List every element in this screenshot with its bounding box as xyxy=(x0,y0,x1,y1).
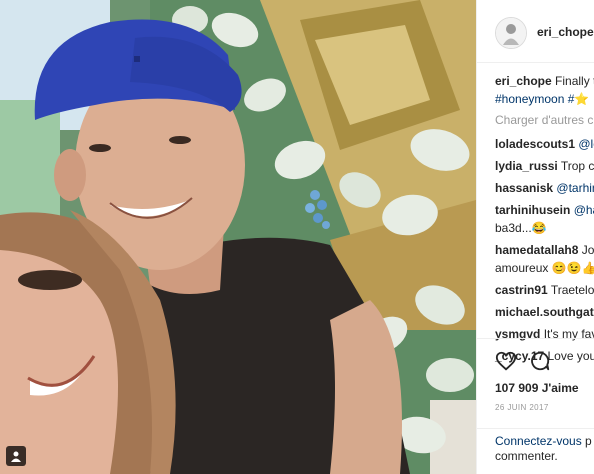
comment-bubble-icon[interactable] xyxy=(529,350,551,372)
comment-username[interactable]: hassanisk xyxy=(495,181,553,195)
caption-tags-line: #honeymoon #⭐ xyxy=(495,90,594,108)
caption: eri_chope Finally t xyxy=(495,72,594,90)
comment-row: lydia_russi Trop cl xyxy=(495,157,594,175)
caption-text: Finally t xyxy=(551,74,594,88)
login-link[interactable]: Connectez-vous xyxy=(495,434,582,448)
login-line2: commenter. xyxy=(495,449,558,463)
post-username[interactable]: eri_chope xyxy=(537,25,594,39)
comment-row: hassanisk @tarhin xyxy=(495,179,594,197)
post-actions: 107 909 J'aime 26 JUIN 2017 xyxy=(477,338,594,429)
likes-count[interactable]: 107 909 J'aime xyxy=(495,381,579,395)
post-side-panel: eri_chope eri_chope Finally t #honeymoon… xyxy=(477,0,594,474)
comment-mention[interactable]: @ha xyxy=(574,203,594,217)
login-rest: p xyxy=(581,434,592,448)
comment-username[interactable]: hamedatallah8 xyxy=(495,243,578,257)
post-photo[interactable] xyxy=(0,0,476,474)
comment-row: loladescouts1 @le xyxy=(495,135,594,153)
comment-mention[interactable]: @tarhin xyxy=(556,181,594,195)
photo-illustration xyxy=(0,0,476,474)
comment-row: tarhinihusein @ha ba3d...😂 xyxy=(495,201,594,237)
login-text: Connectez-vous p commenter. xyxy=(495,434,594,464)
caption-hashtags[interactable]: #honeymoon # xyxy=(495,92,574,106)
profile-avatar[interactable] xyxy=(495,17,527,49)
comment-text: Jo xyxy=(578,243,594,257)
caption-username[interactable]: eri_chope xyxy=(495,74,552,88)
post-header: eri_chope xyxy=(477,0,594,63)
post-date: 26 JUIN 2017 xyxy=(495,403,549,412)
comment-row: michael.southgat xyxy=(495,303,594,321)
comment-text: ba3d...😂 xyxy=(495,221,547,235)
comment-username[interactable]: lydia_russi xyxy=(495,159,558,173)
comment-mention[interactable]: @le xyxy=(578,137,594,151)
login-prompt: Connectez-vous p commenter. xyxy=(477,428,594,474)
comment-text: Trop cl xyxy=(557,159,594,173)
comments-list: eri_chope Finally t #honeymoon #⭐ Charge… xyxy=(495,72,594,369)
heart-icon[interactable] xyxy=(495,350,517,372)
comment-username[interactable]: castrin91 xyxy=(495,283,548,297)
comment-row: hamedatallah8 Jo amoureux 😊😉👍 xyxy=(495,241,594,277)
comment-username[interactable]: tarhinihusein xyxy=(495,203,570,217)
comment-text: amoureux 😊😉👍 xyxy=(495,261,594,275)
comment-row: castrin91 Traetelo xyxy=(495,281,594,299)
comment-text: Traetelo xyxy=(547,283,594,297)
comment-username[interactable]: loladescouts1 xyxy=(495,137,575,151)
user-tag-icon[interactable] xyxy=(6,446,26,466)
load-more-comments[interactable]: Charger d'autres c xyxy=(495,111,594,129)
comment-username[interactable]: michael.southgat xyxy=(495,305,594,319)
star-emoji: ⭐ xyxy=(574,92,590,106)
